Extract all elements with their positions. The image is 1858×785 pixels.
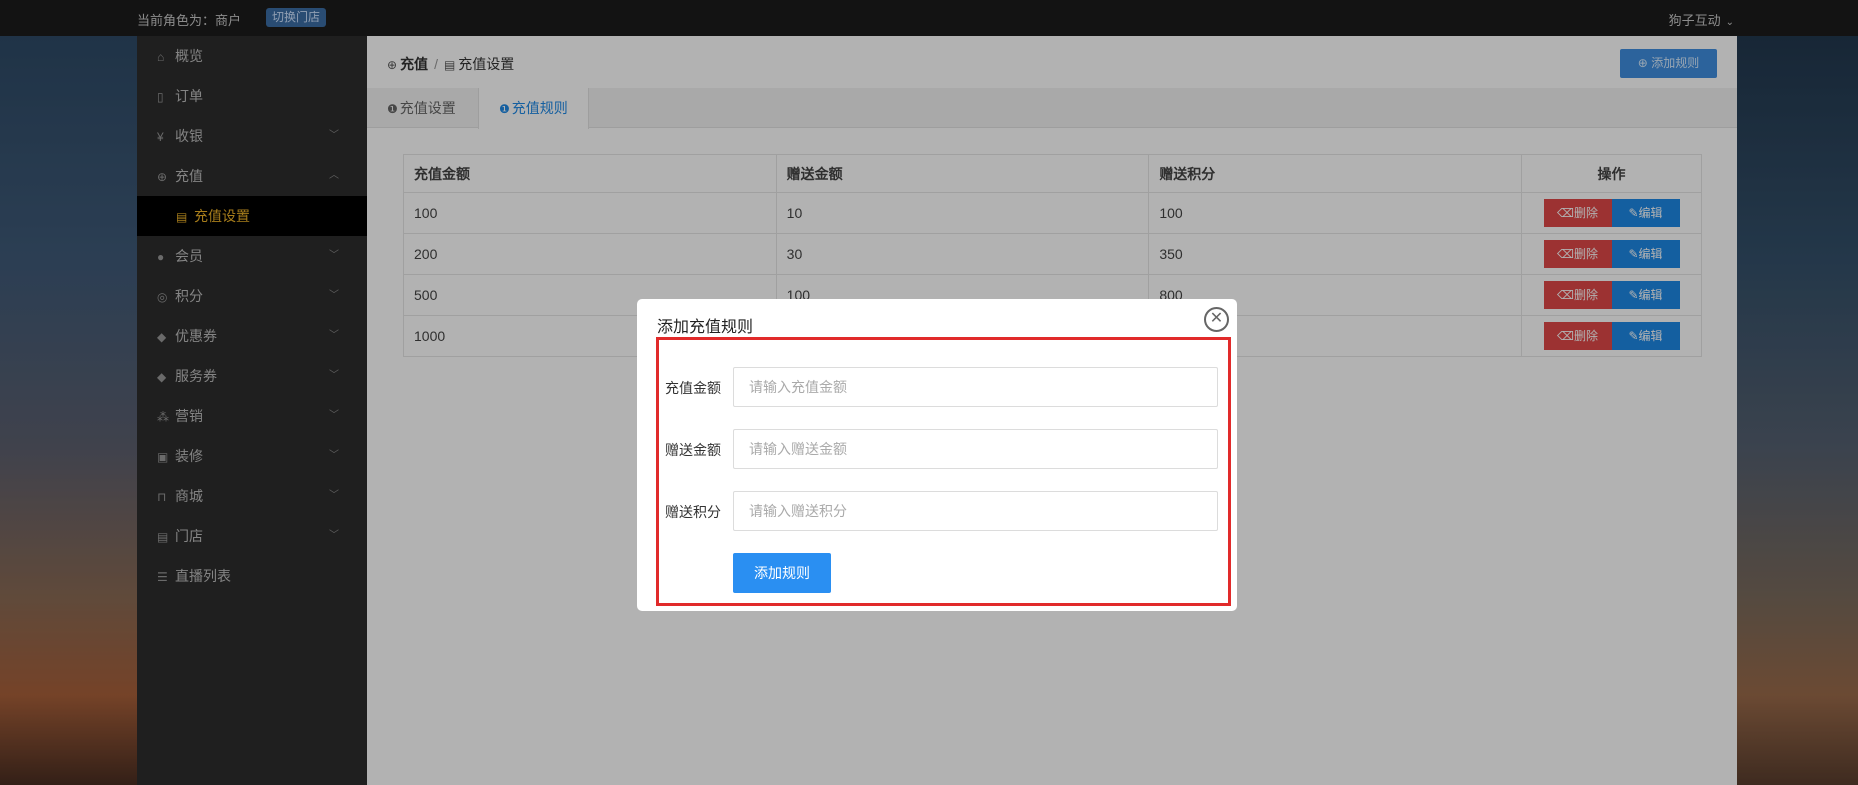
close-icon[interactable]: ✕ (1204, 307, 1229, 332)
bonus-amount-label: 赠送金额 (665, 442, 721, 458)
bonus-points-label: 赠送积分 (665, 504, 721, 520)
recharge-amount-input[interactable] (733, 367, 1218, 407)
submit-add-rule-button[interactable]: 添加规则 (733, 553, 831, 593)
form-row-bonus-amount: 赠送金额 (665, 429, 1218, 469)
form-row-bonus-points: 赠送积分 (665, 491, 1218, 531)
form-row-recharge-amount: 充值金额 (665, 367, 1218, 407)
bonus-amount-input[interactable] (733, 429, 1218, 469)
modal-title: 添加充值规则 (657, 319, 754, 336)
recharge-amount-label: 充值金额 (665, 380, 721, 396)
form-highlight-box: 充值金额 赠送金额 赠送积分 添加规则 (656, 337, 1231, 606)
add-rule-modal: 添加充值规则 ✕ 充值金额 赠送金额 赠送积分 添加规则 (637, 299, 1237, 611)
bonus-points-input[interactable] (733, 491, 1218, 531)
